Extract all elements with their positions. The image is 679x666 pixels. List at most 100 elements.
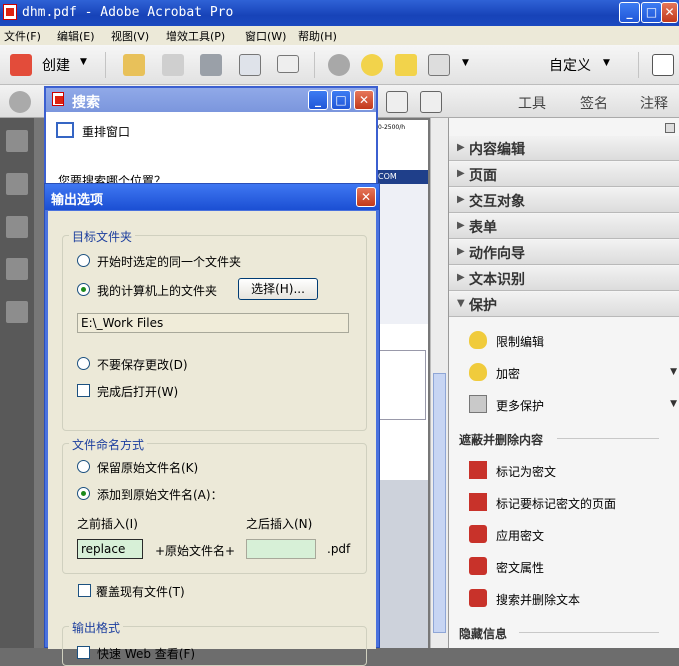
dialog-title: 输出选项 <box>51 193 104 208</box>
checkbox-open-after[interactable] <box>77 384 90 397</box>
tool-label: 密文属性 <box>496 561 545 575</box>
toolbar-separator <box>105 52 106 78</box>
insert-after-input[interactable] <box>246 539 316 559</box>
print-icon[interactable] <box>200 54 222 76</box>
tool-redaction-properties[interactable]: 密文属性 <box>469 557 669 579</box>
gear-icon[interactable] <box>328 54 350 76</box>
tool-encrypt[interactable]: 加密 ▼ <box>469 363 677 385</box>
create-button[interactable]: 创建 <box>42 55 70 75</box>
section-label: 动作向导 <box>469 246 525 262</box>
section-pages[interactable]: ▶ 页面 <box>449 162 679 187</box>
menu-window[interactable]: 窗口(W) <box>245 28 286 44</box>
page-thumbnails-icon[interactable] <box>6 130 28 152</box>
checkbox-overwrite[interactable] <box>78 584 91 597</box>
do-not-save-label[interactable]: 不要保存更改(D) <box>97 356 188 373</box>
dropdown-arrow-icon[interactable]: ▼ <box>670 367 677 377</box>
tool-mark-redaction[interactable]: 标记为密文 <box>469 461 669 483</box>
create-dropdown-icon[interactable]: ▼ <box>80 57 87 67</box>
save-icon[interactable] <box>162 54 184 76</box>
radio-my-computer-folder[interactable] <box>77 283 90 296</box>
tool-label: 标记要标记密文的页面 <box>496 497 617 511</box>
overwrite-label[interactable]: 覆盖现有文件(T) <box>96 583 185 600</box>
insert-before-input[interactable]: replace <box>77 539 143 559</box>
scrollbar-thumb[interactable] <box>433 373 446 633</box>
open-after-label[interactable]: 完成后打开(W) <box>97 383 178 400</box>
tab-comment[interactable]: 注释 <box>640 93 668 113</box>
close-button[interactable]: ✕ <box>661 2 678 23</box>
choose-folder-button[interactable]: 选择(H)... <box>238 278 318 300</box>
radio-keep-original[interactable] <box>77 460 90 473</box>
up-arrow-icon[interactable] <box>9 91 31 113</box>
section-protect[interactable]: ▼ 保护 <box>449 292 679 317</box>
open-folder-icon[interactable] <box>123 54 145 76</box>
tool-restrict-editing[interactable]: 限制编辑 <box>469 331 669 353</box>
rearrange-window-icon[interactable] <box>56 122 74 138</box>
menu-plugins[interactable]: 增效工具(P) <box>166 28 225 44</box>
tool-apply-redactions[interactable]: 应用密文 <box>469 525 669 547</box>
tool-mark-pages-redaction[interactable]: 标记要标记密文的页面 <box>469 493 669 515</box>
search-close-button[interactable]: ✕ <box>354 90 374 110</box>
redact-pages-icon <box>469 493 487 511</box>
email-icon[interactable] <box>277 55 299 73</box>
section-action-wizard[interactable]: ▶ 动作向导 <box>449 240 679 265</box>
apply-redaction-icon <box>469 525 487 543</box>
file-naming-label: 文件命名方式 <box>69 436 148 453</box>
pdf-file-icon <box>3 4 17 20</box>
search-window-title: 搜索 <box>72 95 100 111</box>
keep-original-label[interactable]: 保留原始文件名(K) <box>97 459 198 476</box>
page-view-icon[interactable] <box>386 91 408 113</box>
section-content-editing[interactable]: ▶ 内容编辑 <box>449 136 679 161</box>
edit-document-icon[interactable] <box>239 54 261 76</box>
section-interactive-objects[interactable]: ▶ 交互对象 <box>449 188 679 213</box>
tool-label: 应用密文 <box>496 529 545 543</box>
group-divider <box>557 438 659 439</box>
menu-file[interactable]: 文件(F) <box>4 28 41 44</box>
radio-add-to-original[interactable] <box>77 487 90 500</box>
dialog-close-button[interactable]: ✕ <box>356 187 376 207</box>
add-to-original-label[interactable]: 添加到原始文件名(A)： <box>97 486 223 503</box>
more-tools-dropdown-icon[interactable]: ▼ <box>462 58 469 68</box>
signatures-icon[interactable] <box>6 301 28 323</box>
same-folder-label[interactable]: 开始时选定的同一个文件夹 <box>97 253 241 270</box>
attachments-icon[interactable] <box>6 216 28 238</box>
highlight-icon[interactable] <box>395 54 417 76</box>
group-redact-heading: 遮蔽并删除内容 <box>459 433 544 447</box>
menu-help[interactable]: 帮助(H) <box>298 28 337 44</box>
tools-pane: ▶ 内容编辑 ▶ 页面 ▶ 交互对象 ▶ 表单 ▶ 动作向导 ▶ 文本识别 ▼ … <box>448 118 679 648</box>
dropdown-arrow-icon[interactable]: ▼ <box>670 399 677 409</box>
rearrange-window-link[interactable]: 重排窗口 <box>82 123 130 140</box>
tool-search-remove-text[interactable]: 搜索并删除文本 <box>469 589 669 611</box>
comment-icon[interactable] <box>361 54 383 76</box>
tool-label: 标记为密文 <box>496 465 557 479</box>
search-minimize-button[interactable]: _ <box>308 90 328 110</box>
customize-button[interactable]: 自定义 <box>549 55 591 75</box>
minimize-button[interactable]: _ <box>619 2 640 23</box>
my-computer-folder-label[interactable]: 我的计算机上的文件夹 <box>97 282 217 299</box>
menu-view[interactable]: 视图(V) <box>111 28 149 44</box>
bookmarks-icon[interactable] <box>6 173 28 195</box>
section-forms[interactable]: ▶ 表单 <box>449 214 679 239</box>
search-maximize-button[interactable]: □ <box>331 90 351 110</box>
shield-icon <box>469 331 487 349</box>
pdf-file-icon <box>52 92 64 106</box>
redact-marker-icon <box>469 461 487 479</box>
document-scrollbar[interactable] <box>430 118 448 648</box>
tab-tools[interactable]: 工具 <box>518 93 546 113</box>
radio-same-folder[interactable] <box>77 254 90 267</box>
maximize-button[interactable]: □ <box>641 2 662 23</box>
tab-sign[interactable]: 签名 <box>580 93 608 113</box>
tool-more-protection[interactable]: 更多保护 ▼ <box>469 395 677 417</box>
layers-icon[interactable] <box>6 258 28 280</box>
pane-options-icon[interactable] <box>665 123 675 133</box>
section-text-recognition[interactable]: ▶ 文本识别 <box>449 266 679 291</box>
create-icon <box>10 54 32 76</box>
redact-page-icon[interactable] <box>428 54 450 76</box>
dialog-titlebar: 输出选项 ✕ <box>45 184 379 210</box>
radio-do-not-save[interactable] <box>77 357 90 370</box>
search-window-titlebar: 搜索 _ □ ✕ <box>46 88 376 112</box>
menu-edit[interactable]: 编辑(E) <box>57 28 95 44</box>
target-folder-group: 目标文件夹 开始时选定的同一个文件夹 我的计算机上的文件夹 选择(H)... E… <box>62 228 367 431</box>
customize-dropdown-icon[interactable]: ▼ <box>603 58 610 68</box>
fit-page-icon[interactable] <box>420 91 442 113</box>
expand-icon[interactable] <box>652 54 674 76</box>
